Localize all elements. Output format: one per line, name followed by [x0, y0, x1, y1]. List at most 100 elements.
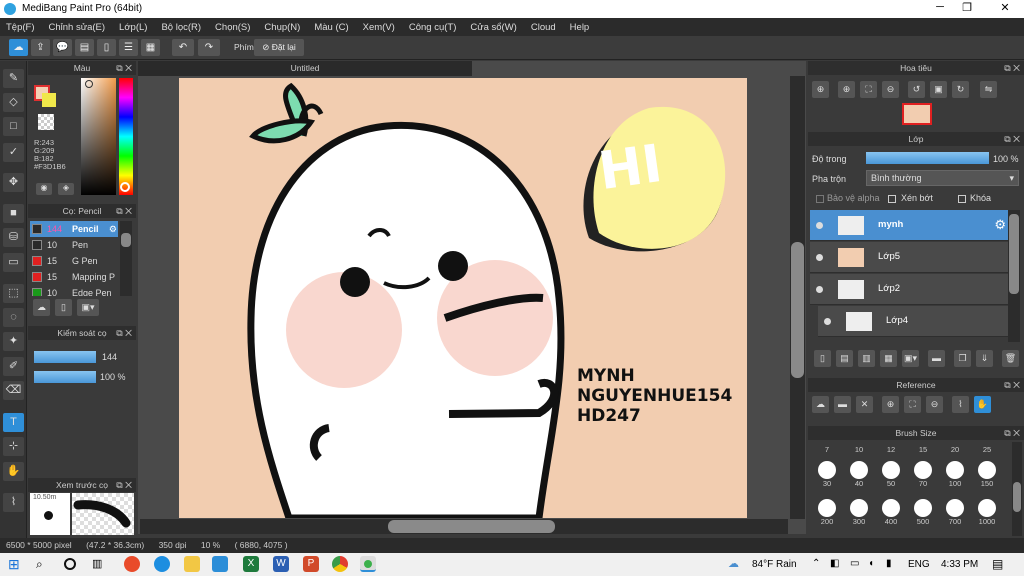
brush-size-option[interactable]: 40 — [844, 458, 874, 488]
lock-checkbox[interactable] — [958, 195, 966, 203]
brush-size-option[interactable]: 50 — [876, 458, 906, 488]
flip-icon[interactable]: ⇋ — [980, 81, 997, 98]
delete-layer-icon[interactable]: 🗑 — [1002, 350, 1019, 367]
eyedropper-tool-icon[interactable]: ⌇ — [3, 493, 24, 512]
brush-size-option[interactable]: 150 — [972, 458, 1002, 488]
brush-size-option[interactable]: 25 — [972, 442, 1002, 456]
brush-size-option[interactable]: 300 — [844, 496, 874, 526]
brush-size-option[interactable]: 500 — [908, 496, 938, 526]
network-icon[interactable]: ▭ — [850, 558, 859, 569]
redo-icon[interactable]: ↷ — [198, 39, 220, 56]
message-icon[interactable]: ▤ — [75, 39, 94, 56]
brush-size-option[interactable]: 10 — [844, 442, 874, 456]
weather-text[interactable]: 84°F Rain — [752, 559, 797, 570]
duplicate-layer-icon[interactable]: ❐ — [954, 350, 971, 367]
brush-size-option[interactable]: 400 — [876, 496, 906, 526]
file-explorer-icon[interactable] — [184, 556, 200, 572]
brush-size-option[interactable]: 200 — [812, 496, 842, 526]
drawing-canvas[interactable]: HI MYNH NGUYENHUE154 HD247 — [179, 78, 747, 518]
select-eraser-tool-icon[interactable]: ⌫ — [3, 381, 24, 400]
layer-row[interactable]: Lớp5 — [810, 242, 1010, 273]
new-halftone-layer-icon[interactable]: ▤ — [836, 350, 853, 367]
dot-tool-icon[interactable]: ✓ — [3, 143, 24, 162]
menu-file[interactable]: Tệp(F) — [6, 22, 35, 33]
panel-menu-icon[interactable]: ⧉ ✕ — [116, 61, 132, 75]
layer-row[interactable]: Lớp4 — [818, 306, 1010, 337]
rotate-right-icon[interactable]: ↻ — [952, 81, 969, 98]
zoom-in-ref-icon[interactable]: ⊕ — [882, 396, 899, 413]
cloud-icon[interactable]: ☁ — [9, 39, 28, 56]
rotate-left-icon[interactable]: ↺ — [908, 81, 925, 98]
zoom-out-icon[interactable]: ⊖ — [882, 81, 899, 98]
clock[interactable]: 4:33 PM — [941, 559, 978, 570]
brush-size-option[interactable]: 70 — [908, 458, 938, 488]
menu-edit[interactable]: Chỉnh sửa(E) — [49, 22, 106, 33]
saturation-value-picker[interactable] — [81, 78, 116, 195]
menu-select[interactable]: Chọn(S) — [215, 22, 250, 33]
brush-size-option[interactable]: 15 — [908, 442, 938, 456]
brush-settings-icon[interactable]: ▣▾ — [77, 299, 99, 316]
close-button[interactable]: ✕ — [990, 1, 1020, 17]
document-icon[interactable]: ▯ — [97, 39, 116, 56]
select-tool-icon[interactable]: ⬚ — [3, 284, 24, 303]
medibang-task-icon[interactable] — [360, 556, 376, 572]
chrome-icon[interactable] — [332, 556, 348, 572]
new-brush-icon[interactable]: ▯ — [55, 299, 72, 316]
tray-up-icon[interactable]: ⌃ — [812, 558, 820, 569]
notification-icon[interactable]: ▤ — [992, 557, 1003, 571]
hand-tool-icon[interactable]: ✋ — [3, 462, 24, 481]
gear-icon[interactable]: ⚙ — [994, 217, 1006, 233]
brush-size-option[interactable]: 12 — [876, 442, 906, 456]
panel-menu-icon[interactable]: ⧉ ✕ — [1004, 132, 1020, 146]
upload-icon[interactable]: ⇪ — [31, 39, 50, 56]
menu-view[interactable]: Xem(V) — [363, 22, 395, 33]
fit-icon[interactable]: ⛶ — [860, 81, 877, 98]
menu-snap[interactable]: Chụp(N) — [264, 22, 300, 33]
tray-app-icon[interactable]: ◧ — [830, 558, 839, 569]
layer-scrollbar[interactable] — [1008, 210, 1020, 342]
fill-rect-tool-icon[interactable]: ■ — [3, 204, 24, 223]
brush-list-item[interactable]: 10 Pen — [30, 237, 118, 253]
actual-size-icon[interactable]: ▣ — [930, 81, 947, 98]
windows-start-icon[interactable]: ⊞ — [8, 556, 24, 572]
menu-layer[interactable]: Lớp(L) — [119, 22, 147, 33]
menu-tools[interactable]: Công cụ(T) — [409, 22, 457, 33]
undo-icon[interactable]: ↶ — [172, 39, 194, 56]
lasso-tool-icon[interactable]: ◌ — [3, 308, 24, 327]
brush-size-option[interactable]: 100 — [940, 458, 970, 488]
panel-menu-icon[interactable]: ⧉ ✕ — [116, 478, 132, 492]
fit-ref-icon[interactable]: ⛶ — [904, 396, 921, 413]
protect-alpha-checkbox[interactable] — [816, 195, 824, 203]
brush-list-scrollbar[interactable] — [120, 221, 132, 296]
excel-icon[interactable]: X — [243, 556, 259, 572]
menu-help[interactable]: Help — [570, 22, 590, 33]
brush-opacity-slider[interactable] — [34, 371, 96, 383]
move-tool-icon[interactable]: ✥ — [3, 173, 24, 192]
add-layer-menu-icon[interactable]: ▣▾ — [902, 350, 919, 367]
eraser-tool-icon[interactable]: ◇ — [3, 93, 24, 112]
reset-button[interactable]: ⊘ Đặt lại — [254, 39, 304, 56]
blend-mode-select[interactable]: Bình thường ▾ — [866, 170, 1019, 186]
brush-size-option[interactable]: 700 — [940, 496, 970, 526]
layer-row[interactable]: mynh ⚙ — [810, 210, 1010, 241]
panel-menu-icon[interactable]: ⧉ ✕ — [116, 326, 132, 340]
volume-icon[interactable]: ◖ — [868, 558, 874, 569]
edge-icon[interactable] — [154, 556, 170, 572]
hue-slider[interactable] — [119, 78, 133, 195]
panel-menu-icon[interactable]: ⧉ ✕ — [1004, 426, 1020, 440]
brush-size-option[interactable]: 30 — [812, 458, 842, 488]
new-layer-1bit-icon[interactable]: ▦ — [880, 350, 897, 367]
hue-slider-handle[interactable] — [120, 182, 130, 192]
new-layer-icon[interactable]: ▯ — [814, 350, 831, 367]
navigator-thumbnail[interactable] — [902, 103, 932, 125]
brush-size-option[interactable]: 20 — [940, 442, 970, 456]
brush-tool-icon[interactable]: ✎ — [3, 69, 24, 88]
horizontal-scroll-thumb[interactable] — [388, 520, 555, 533]
grid-icon[interactable]: ▦ — [141, 39, 160, 56]
menu-filter[interactable]: Bộ lọc(R) — [161, 22, 201, 33]
brush-size-option[interactable]: 1000 — [972, 496, 1002, 526]
gradient-tool-icon[interactable]: ▭ — [3, 253, 24, 272]
brush-list-item[interactable]: 10 Edge Pen — [30, 285, 118, 296]
desktop-app-icon[interactable] — [212, 556, 228, 572]
list-icon[interactable]: ☰ — [119, 39, 138, 56]
